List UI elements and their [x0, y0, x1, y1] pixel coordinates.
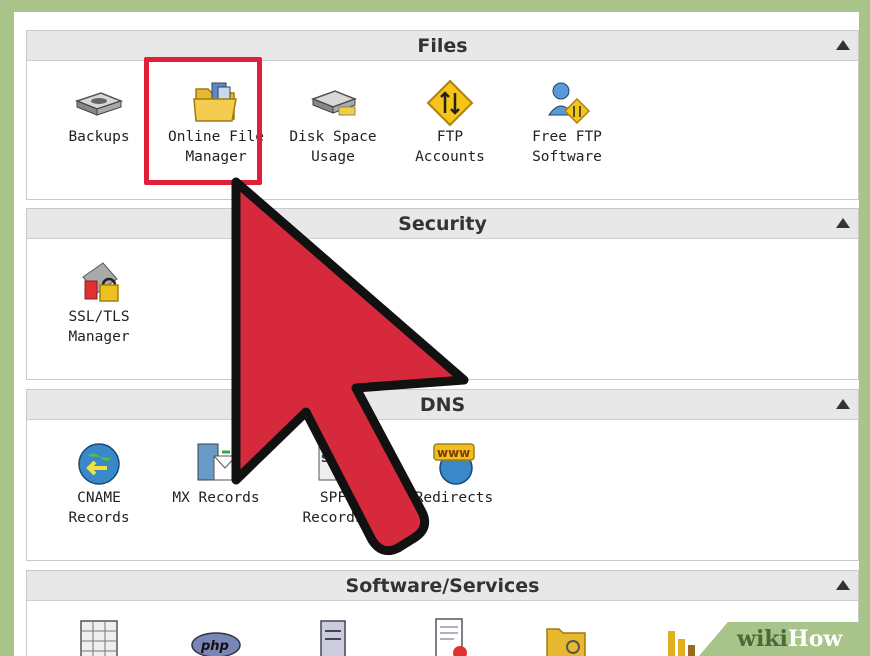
watermark-how: How [787, 626, 843, 652]
watermark-wiki: wiki [737, 626, 788, 652]
pointer-cursor-icon [231, 177, 469, 556]
cpanel-window: Files Backups Online File Manager Disk S… [14, 12, 859, 656]
